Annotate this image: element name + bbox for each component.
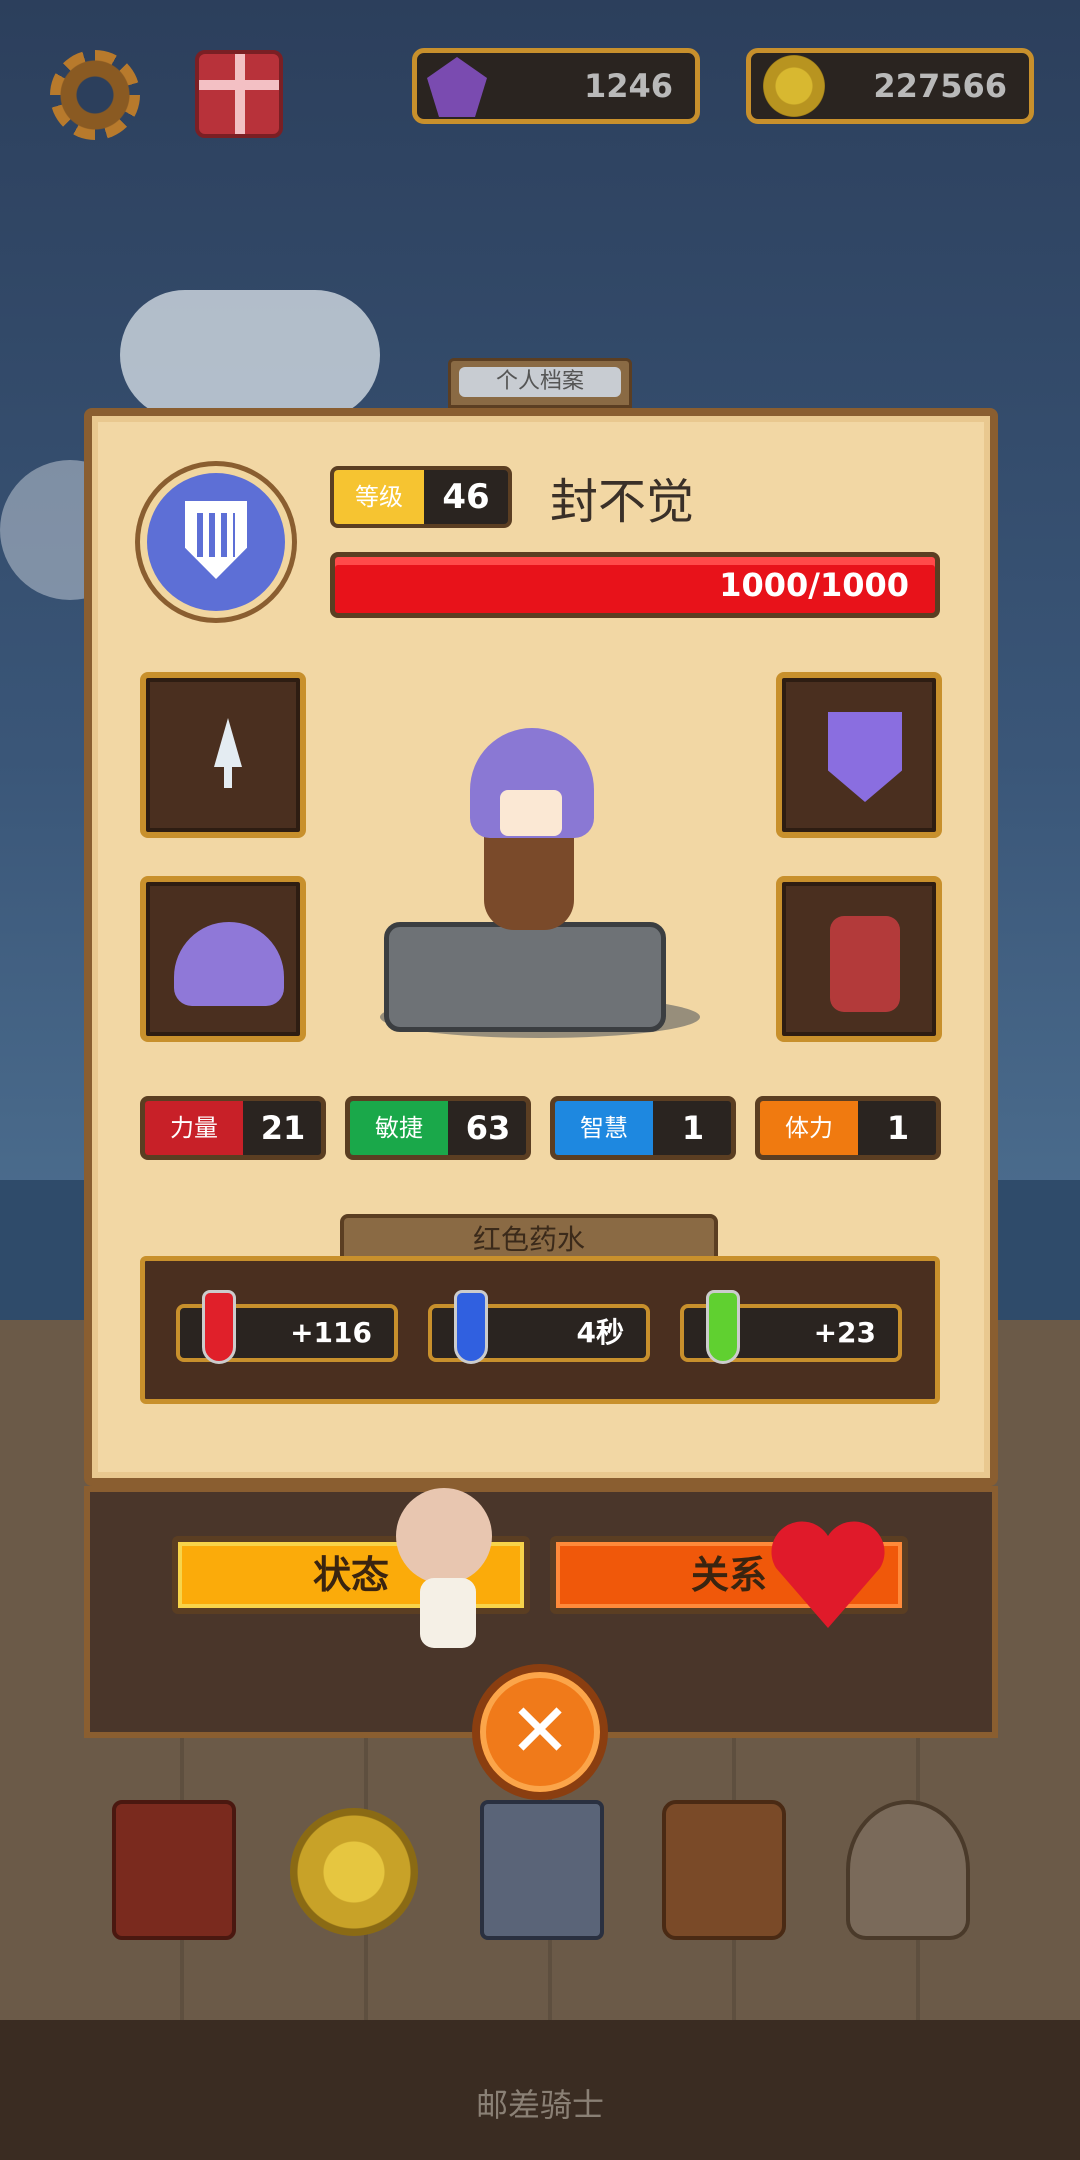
armor-icon [830,916,900,1012]
potion-duration[interactable]: 4秒 [428,1290,650,1364]
hp-text: 1000/1000 [719,566,909,604]
close-button[interactable]: ✕ [472,1664,608,1800]
helmet-icon [174,922,284,1006]
coin-count: 227566 [873,67,1007,105]
blue-potion-icon [454,1290,488,1364]
stat-label: 力量 [145,1101,243,1155]
level-label: 等级 [334,470,424,524]
potion-defense[interactable]: +23 [680,1290,902,1364]
armor-slot[interactable] [776,876,942,1042]
green-potion-icon [706,1290,740,1364]
potion-value: +23 [813,1316,876,1349]
sword-icon [214,718,242,788]
gem-counter: 1246 [412,48,700,124]
stat-label: 体力 [760,1101,858,1155]
stat-label: 敏捷 [350,1101,448,1155]
knight-face [500,790,562,836]
girl-character-body [420,1578,476,1648]
stat-strength: 力量 21 [140,1096,326,1160]
player-name: 封不觉 [550,474,695,530]
profile-tab: 个人档案 [448,358,632,408]
potion-value: +116 [290,1316,372,1349]
background-cloud [120,290,380,420]
potion-value: 4秒 [576,1316,624,1349]
gem-count: 1246 [583,67,673,105]
journal-book-icon[interactable] [112,1800,236,1940]
settings-gear-icon[interactable] [50,50,140,140]
potion-heal[interactable]: +116 [176,1290,398,1364]
shield-slot[interactable] [776,672,942,838]
helmet-slot[interactable] [140,876,306,1042]
stat-label: 智慧 [555,1101,653,1155]
stat-wisdom: 智慧 1 [550,1096,736,1160]
shield-icon [828,712,902,802]
stat-value: 1 [681,1109,705,1147]
weapon-slot[interactable] [140,672,306,838]
stat-value: 63 [465,1109,511,1147]
card-deck-icon[interactable] [480,1800,604,1940]
treasure-bag-icon[interactable] [846,1800,970,1940]
character-pedestal [384,922,666,1032]
medal-icon[interactable] [290,1808,418,1936]
gem-icon [427,57,487,117]
profile-tab-label: 个人档案 [459,367,621,397]
stat-stamina: 体力 1 [755,1096,941,1160]
gift-box-icon[interactable] [195,50,283,138]
class-emblem-icon [140,466,292,618]
girl-character [396,1488,492,1584]
coin-icon [763,55,825,117]
potion-section-title: 红色药水 [340,1214,718,1262]
backpack-icon[interactable] [662,1800,786,1940]
stat-value: 21 [260,1109,306,1147]
coin-counter: 227566 [746,48,1034,124]
stat-value: 1 [886,1109,910,1147]
stat-agility: 敏捷 63 [345,1096,531,1160]
hp-bar: 1000/1000 [330,552,940,618]
level-value: 46 [442,477,490,517]
red-potion-icon [202,1290,236,1364]
level-badge: 等级 46 [330,466,512,528]
game-title: 邮差骑士 [475,2086,604,2124]
